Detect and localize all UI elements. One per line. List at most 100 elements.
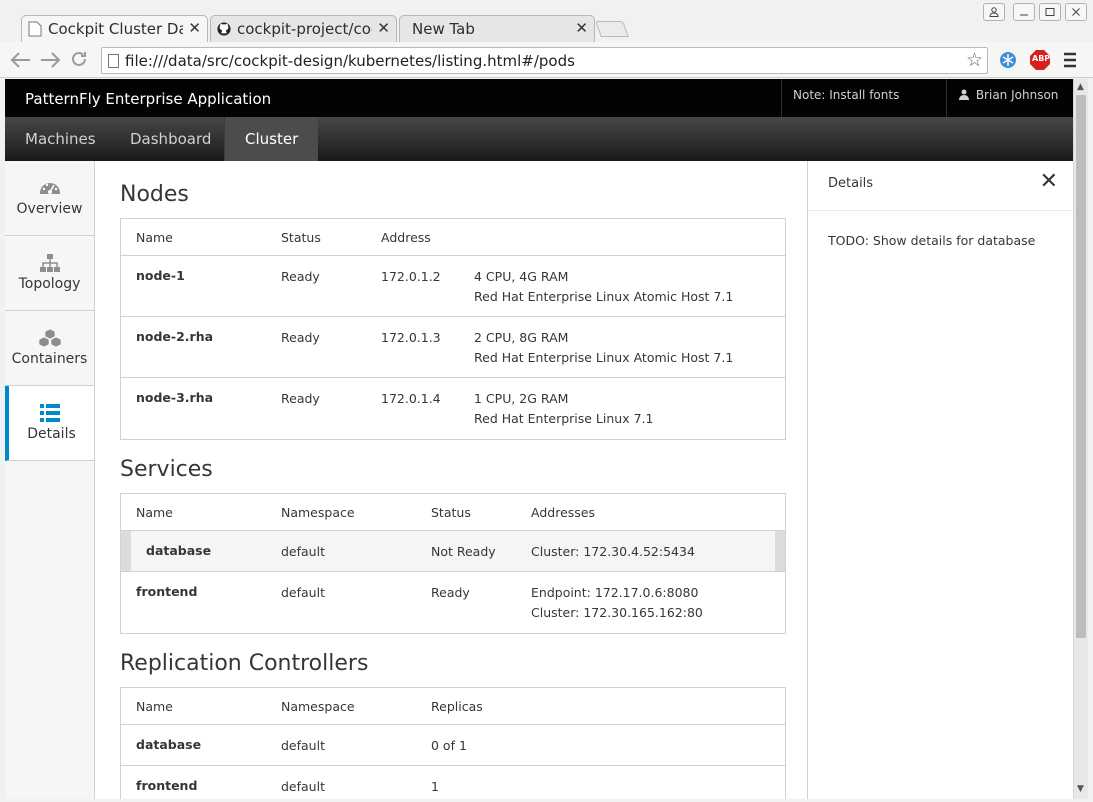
maximize-icon[interactable]: [1039, 3, 1061, 21]
vnav-label: Overview: [16, 201, 83, 217]
install-fonts-note[interactable]: Note: Install fonts manually: [781, 79, 946, 134]
browser-tab-github[interactable]: cockpit-project/cock ✕: [210, 15, 397, 42]
vnav-item-topology[interactable]: Topology: [5, 236, 94, 311]
page-icon: [108, 54, 119, 68]
vnav-item-overview[interactable]: Overview: [5, 161, 94, 236]
rc-replicas: 1: [431, 779, 439, 794]
back-icon[interactable]: [9, 51, 33, 69]
col-addresses: Addresses: [531, 505, 595, 520]
details-body: TODO: Show details for database: [828, 233, 1036, 248]
service-name: frontend: [136, 584, 198, 599]
new-tab-button[interactable]: [595, 21, 629, 37]
col-name: Name: [136, 699, 173, 714]
service-row[interactable]: frontend default Ready Endpoint: 172.17.…: [121, 572, 785, 633]
node-name: node-2.rha: [136, 329, 214, 344]
close-tab-icon[interactable]: ✕: [377, 19, 390, 37]
replication-row[interactable]: database default 0 of 1: [121, 725, 785, 766]
address-bar[interactable]: file:///data/src/cockpit-design/kubernet…: [101, 47, 988, 74]
node-address: 172.0.1.2: [381, 269, 441, 284]
node-address: 172.0.1.4: [381, 391, 441, 406]
node-row[interactable]: node-1 Ready 172.0.1.2 4 CPU, 4G RAM Red…: [121, 256, 785, 317]
nav-cluster[interactable]: Cluster: [224, 117, 319, 161]
service-name: database: [146, 543, 212, 558]
browser-toolbar: file:///data/src/cockpit-design/kubernet…: [0, 42, 1093, 78]
vnav-label: Details: [27, 426, 76, 442]
node-spec: 1 CPU, 2G RAM: [474, 391, 569, 406]
adblock-label: ABP: [1032, 54, 1051, 63]
menu-icon[interactable]: [1063, 52, 1077, 68]
top-navbar: PatternFly Enterprise Application Note: …: [5, 79, 1073, 134]
minimize-icon[interactable]: [1013, 3, 1035, 21]
rc-name: database: [136, 737, 202, 752]
service-namespace: default: [281, 585, 325, 600]
window-close-icon[interactable]: [1065, 3, 1087, 21]
details-panel: Details ✕ TODO: Show details for databas…: [807, 161, 1073, 799]
replication-row[interactable]: frontend default 1: [121, 766, 785, 799]
vnav-item-details[interactable]: Details: [5, 386, 94, 461]
forward-icon[interactable]: [38, 51, 62, 69]
col-status: Status: [431, 505, 471, 520]
user-profile-icon[interactable]: [983, 3, 1005, 21]
sitemap-icon: [40, 254, 60, 272]
node-os: Red Hat Enterprise Linux Atomic Host 7.1: [474, 289, 734, 304]
browser-tab-cockpit[interactable]: Cockpit Cluster Dasl ✕: [21, 15, 208, 42]
service-address: Cluster: 172.30.165.162:80: [531, 605, 703, 620]
nav-machines[interactable]: Machines: [5, 117, 116, 161]
vertical-nav: Overview Topology Containers Details: [5, 161, 95, 799]
details-title: Details: [828, 176, 874, 191]
node-os: Red Hat Enterprise Linux 7.1: [474, 411, 654, 426]
dashboard-icon: [40, 183, 60, 194]
node-status: Ready: [281, 330, 320, 345]
rc-namespace: default: [281, 738, 325, 753]
user-icon: [959, 89, 969, 100]
scrollbar-thumb[interactable]: [1076, 95, 1086, 638]
service-row-selected[interactable]: database default Not Ready Cluster: 172.…: [121, 531, 785, 572]
node-spec: 4 CPU, 4G RAM: [474, 269, 569, 284]
col-address: Address: [381, 230, 431, 245]
extension-snowflake-icon[interactable]: [999, 51, 1017, 69]
node-name: node-1: [136, 268, 185, 283]
service-status: Ready: [431, 585, 470, 600]
node-spec: 2 CPU, 8G RAM: [474, 330, 569, 345]
app-viewport: PatternFly Enterprise Application Note: …: [5, 79, 1073, 799]
list-icon: [40, 404, 60, 422]
details-header: Details ✕: [808, 161, 1073, 211]
tab-title: New Tab: [412, 20, 475, 38]
page-scrollbar[interactable]: ▲ ▼: [1073, 79, 1088, 799]
replication-list: Name Namespace Replicas database default…: [120, 687, 786, 799]
nodes-header-row: Name Status Address: [121, 219, 785, 256]
bookmark-star-icon[interactable]: ☆: [966, 49, 983, 71]
services-header-row: Name Namespace Status Addresses: [121, 494, 785, 531]
node-row[interactable]: node-3.rha Ready 172.0.1.4 1 CPU, 2G RAM…: [121, 378, 785, 439]
vnav-label: Containers: [11, 351, 88, 367]
close-icon[interactable]: ✕: [1040, 169, 1058, 194]
user-menu[interactable]: Brian Johnson: [946, 79, 1073, 128]
address-bar-url[interactable]: file:///data/src/cockpit-design/kubernet…: [125, 52, 575, 70]
browser-tab-new[interactable]: New Tab ✕: [399, 15, 595, 42]
page-icon: [28, 21, 42, 37]
main-content: Nodes Name Status Address node-1 Ready 1…: [95, 161, 807, 799]
close-tab-icon[interactable]: ✕: [575, 19, 588, 37]
github-icon: [217, 22, 231, 36]
tab-title: Cockpit Cluster Dasl: [48, 20, 183, 38]
rc-namespace: default: [281, 779, 325, 794]
node-row[interactable]: node-2.rha Ready 172.0.1.3 2 CPU, 8G RAM…: [121, 317, 785, 378]
nav-dashboard[interactable]: Dashboard: [110, 117, 231, 161]
rc-replicas: 0 of 1: [431, 738, 467, 753]
service-address: Endpoint: 172.17.0.6:8080: [531, 585, 699, 600]
close-tab-icon[interactable]: ✕: [188, 19, 201, 37]
service-status: Not Ready: [431, 544, 496, 559]
node-address: 172.0.1.3: [381, 330, 441, 345]
nodes-heading: Nodes: [120, 182, 189, 207]
scroll-up-icon[interactable]: ▲: [1077, 82, 1084, 92]
adblock-icon[interactable]: ABP: [1029, 49, 1051, 71]
scroll-down-icon[interactable]: ▼: [1077, 784, 1084, 794]
reload-icon[interactable]: [69, 49, 89, 69]
col-name: Name: [136, 230, 173, 245]
app-brand[interactable]: PatternFly Enterprise Application: [25, 90, 271, 108]
primary-navbar: Machines Dashboard Cluster: [5, 117, 1073, 161]
node-os: Red Hat Enterprise Linux Atomic Host 7.1: [474, 350, 734, 365]
col-namespace: Namespace: [281, 699, 355, 714]
vnav-item-containers[interactable]: Containers: [5, 311, 94, 386]
services-list: Name Namespace Status Addresses database…: [120, 493, 786, 634]
